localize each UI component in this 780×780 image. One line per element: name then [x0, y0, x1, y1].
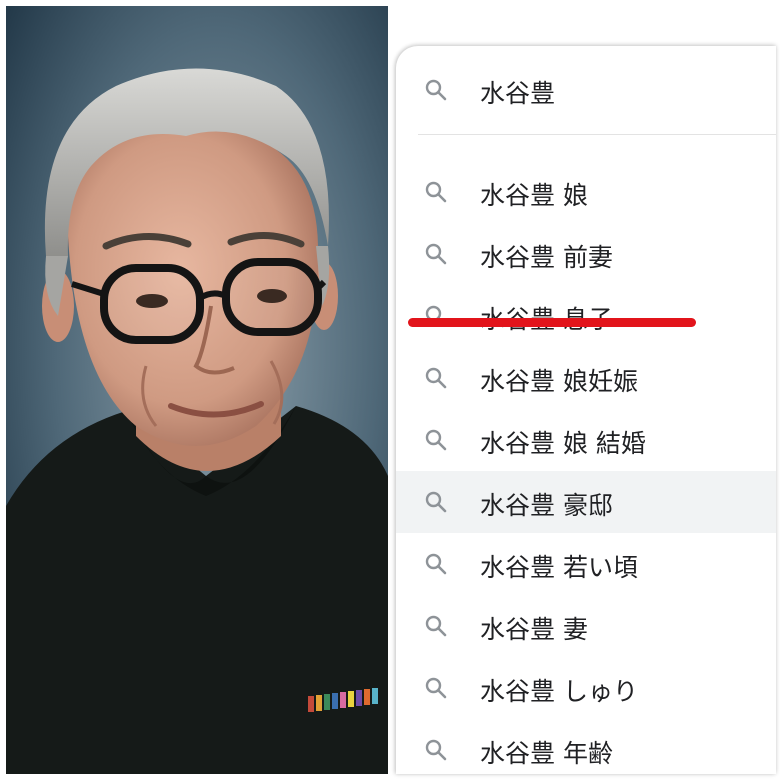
suggestion-item[interactable]: 水谷豊 前妻	[396, 223, 776, 285]
suggestion-label: 水谷豊 娘 結婚	[480, 429, 646, 458]
search-icon	[425, 615, 447, 637]
red-underline-annotation	[408, 318, 696, 327]
search-suggestions-panel: 水谷豊 水谷豊 娘水谷豊 前妻水谷豊 息子水谷豊 娘妊娠水谷豊 娘 結婚水谷豊 …	[396, 46, 776, 774]
suggestion-item[interactable]: 水谷豊 豪邸	[396, 471, 776, 533]
search-icon	[425, 491, 447, 513]
suggestion-item[interactable]: 水谷豊 しゅり	[396, 657, 776, 719]
search-icon	[425, 429, 447, 451]
suggestion-item[interactable]: 水谷豊 若い頃	[396, 533, 776, 595]
suggestion-label: 水谷豊 娘妊娠	[480, 367, 638, 396]
search-icon	[425, 677, 447, 699]
search-icon	[425, 553, 447, 575]
suggestion-item[interactable]: 水谷豊 年齢	[396, 719, 776, 774]
suggestion-label: 水谷豊 年齢	[480, 739, 613, 768]
search-icon	[425, 181, 447, 203]
portrait-photo	[6, 6, 388, 774]
suggestion-label: 水谷豊 しゅり	[480, 677, 638, 706]
suggestion-item[interactable]: 水谷豊 娘妊娠	[396, 347, 776, 409]
suggestion-item[interactable]: 水谷豊 娘 結婚	[396, 409, 776, 471]
search-query[interactable]: 水谷豊	[480, 74, 555, 110]
search-box[interactable]: 水谷豊	[396, 46, 776, 134]
suggestion-label: 水谷豊 妻	[480, 615, 588, 644]
suggestion-item[interactable]: 水谷豊 娘	[396, 161, 776, 223]
divider	[418, 134, 776, 135]
suggestion-label: 水谷豊 豪邸	[480, 491, 613, 520]
suggestion-label: 水谷豊 前妻	[480, 243, 613, 272]
suggestion-label: 水谷豊 若い頃	[480, 553, 638, 582]
suggestion-item[interactable]: 水谷豊 息子	[396, 285, 776, 347]
portrait-illustration	[6, 6, 388, 774]
search-icon	[425, 243, 447, 265]
search-icon	[425, 79, 447, 101]
suggestion-label: 水谷豊 娘	[480, 181, 588, 210]
search-icon	[425, 739, 447, 761]
suggestion-item[interactable]: 水谷豊 妻	[396, 595, 776, 657]
search-icon	[425, 367, 447, 389]
